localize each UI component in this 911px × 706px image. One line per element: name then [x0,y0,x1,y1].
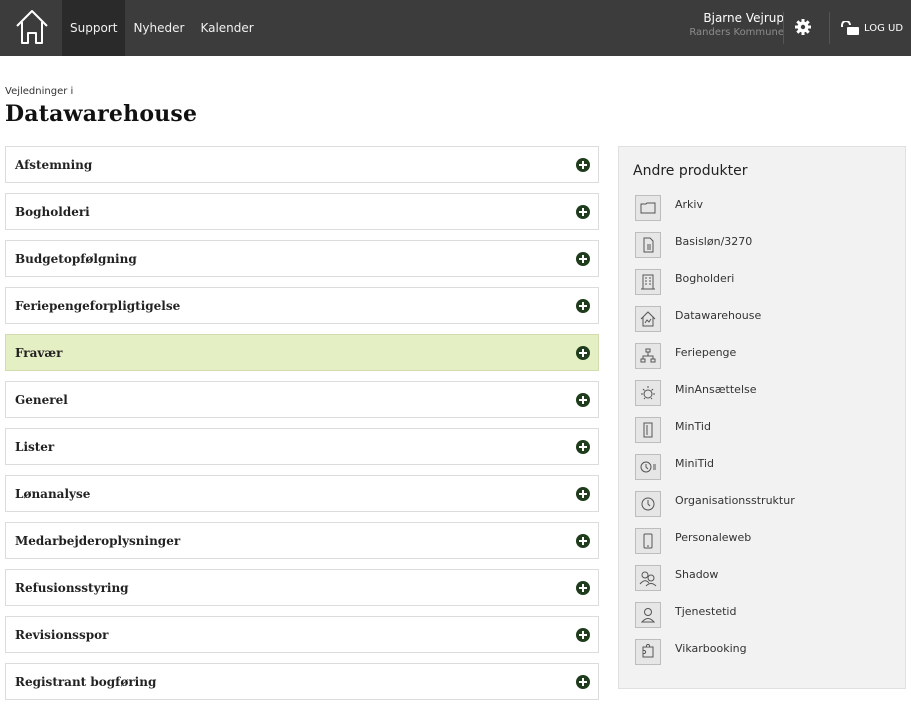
phone-icon [635,528,661,554]
plus-circle-icon[interactable] [576,487,590,501]
product-link-minitid[interactable]: MiniTid [635,454,795,491]
product-link-arkiv[interactable]: Arkiv [635,195,795,232]
main-nav: Support Nyheder Kalender [62,0,262,56]
list-item[interactable]: Medarbejderoplysninger [5,522,599,559]
folder-icon [635,195,661,221]
list-item-label: Generel [15,393,68,407]
plus-circle-icon[interactable] [576,299,590,313]
guide-list: Afstemning Bogholderi Budgetopfølgning F… [5,146,599,706]
list-item[interactable]: Bogholderi [5,193,599,230]
list-item-label: Afstemning [15,158,93,172]
plus-circle-icon[interactable] [576,628,590,642]
plus-circle-icon[interactable] [576,252,590,266]
list-item-label: Medarbejderoplysninger [15,534,181,548]
house-chart-icon [635,306,661,332]
org-chart-icon [635,343,661,369]
product-label: Vikarbooking [675,642,747,655]
divider [783,12,784,44]
product-link-minansaettelse[interactable]: MinAnsættelse [635,380,795,417]
product-link-tjenestetid[interactable]: Tjenestetid [635,602,795,639]
list-item[interactable]: Lønanalyse [5,475,599,512]
list-item-label: Budgetopfølgning [15,252,137,266]
logout-button[interactable]: LOG UD [840,0,903,56]
page-title: Datawarehouse [5,101,198,127]
page-subtitle: Vejledninger i [5,86,74,97]
product-label: Tjenestetid [675,605,737,618]
plus-circle-icon[interactable] [576,534,590,548]
list-item[interactable]: Revisionsspor [5,616,599,653]
user-org: Randers Kommune [689,27,784,38]
product-label: MinAnsættelse [675,383,757,396]
list-item[interactable]: Afstemning [5,146,599,183]
building-icon [635,269,661,295]
product-link-mintid[interactable]: MinTid [635,417,795,454]
product-label: Arkiv [675,198,703,211]
door-icon [635,417,661,443]
product-link-feriepenge[interactable]: Feriepenge [635,343,795,380]
list-item-label: Feriepengeforpligtigelse [15,299,181,313]
product-label: MinTid [675,420,711,433]
plus-circle-icon[interactable] [576,440,590,454]
plus-circle-icon[interactable] [576,205,590,219]
list-item-label: Fravær [15,346,63,360]
product-label: Organisationsstruktur [675,494,795,507]
other-products-panel: Andre produkter Arkiv Basisløn/3270 Bogh… [618,146,906,689]
plus-circle-icon[interactable] [576,581,590,595]
puzzle-icon [635,639,661,665]
nav-nyheder[interactable]: Nyheder [125,0,192,56]
product-label: Shadow [675,568,719,581]
product-label: Datawarehouse [675,309,762,322]
list-item[interactable]: Budgetopfølgning [5,240,599,277]
list-item-label: Lister [15,440,55,454]
list-item[interactable]: Lister [5,428,599,465]
list-item[interactable]: Registrant bogføring [5,663,599,700]
user-name: Bjarne Vejrup [703,11,784,25]
sun-icon [635,380,661,406]
list-item-label: Lønanalyse [15,487,91,501]
product-link-organisationsstruktur[interactable]: Organisationsstruktur [635,491,795,528]
coins-document-icon [635,232,661,258]
people-icon [635,565,661,591]
plus-circle-icon[interactable] [576,158,590,172]
plus-circle-icon[interactable] [576,675,590,689]
house-icon[interactable] [14,7,50,47]
product-label: MiniTid [675,457,714,470]
product-link-shadow[interactable]: Shadow [635,565,795,602]
list-item-highlighted[interactable]: Fravær [5,334,599,371]
product-link-vikarbooking[interactable]: Vikarbooking [635,639,795,676]
plus-circle-icon[interactable] [576,393,590,407]
list-item[interactable]: Generel [5,381,599,418]
product-label: Personaleweb [675,531,752,544]
nav-kalender[interactable]: Kalender [192,0,261,56]
product-link-personaleweb[interactable]: Personaleweb [635,528,795,565]
gear-icon[interactable] [794,18,812,36]
divider [829,12,830,44]
person-clock-icon [635,602,661,628]
clock-icon [635,491,661,517]
product-list: Arkiv Basisløn/3270 Bogholderi Datawareh… [635,195,795,676]
product-label: Feriepenge [675,346,737,359]
list-item-label: Registrant bogføring [15,675,157,689]
list-item[interactable]: Refusionsstyring [5,569,599,606]
list-item-label: Bogholderi [15,205,90,219]
product-link-basislon[interactable]: Basisløn/3270 [635,232,795,269]
user-info: Bjarne Vejrup Randers Kommune [689,10,784,40]
unlock-icon [841,21,859,35]
top-bar: Support Nyheder Kalender Bjarne Vejrup R… [0,0,911,56]
product-link-bogholderi[interactable]: Bogholderi [635,269,795,306]
plus-circle-icon[interactable] [576,346,590,360]
product-label: Basisløn/3270 [675,235,753,248]
list-item-label: Refusionsstyring [15,581,129,595]
product-label: Bogholderi [675,272,735,285]
list-item[interactable]: Feriepengeforpligtigelse [5,287,599,324]
clock-list-icon [635,454,661,480]
nav-support[interactable]: Support [62,0,126,56]
panel-title: Andre produkter [633,163,748,179]
list-item-label: Revisionsspor [15,628,109,642]
product-link-datawarehouse[interactable]: Datawarehouse [635,306,795,343]
logout-label: LOG UD [864,22,904,34]
